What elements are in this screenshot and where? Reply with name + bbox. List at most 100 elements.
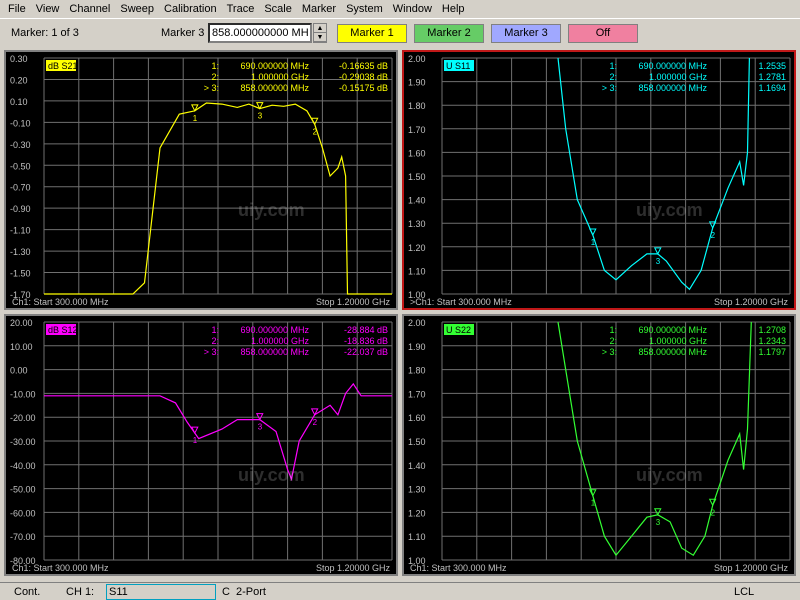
trace-panel-s12[interactable]: 20.00 10.00 0.00 -10.00 -20.00 -30.00 -40.00 -5… — [4, 314, 398, 576]
marker-frequency: 1.000000 GHz — [251, 336, 310, 346]
y-tick-label: 1.40 — [408, 196, 426, 206]
y-tick-label: -30.00 — [10, 437, 36, 447]
marker-frequency: 1.000000 GHz — [251, 72, 310, 82]
y-tick-label: 2.00 — [408, 54, 426, 64]
marker-index: 2: — [211, 72, 219, 82]
marker-frequency-input[interactable]: 858.000000000 MH — [208, 23, 312, 43]
marker-index: 2: — [211, 336, 219, 346]
y-tick-label: 1.60 — [408, 413, 426, 423]
sweep-start: >Ch1: Start 300.000 MHz — [410, 297, 512, 307]
y-tick-label: -10.00 — [10, 389, 36, 399]
y-tick-label: 1.10 — [408, 266, 426, 276]
trace-plot-s11: 2.00 1.90 1.80 1.70 1.60 1.50 1.40 1.30 1.20 1.10… — [404, 52, 794, 308]
y-tick-label: -1.10 — [10, 226, 31, 236]
marker-value: 1.2781 — [758, 72, 786, 82]
statusbar: Cont. CH 1: S11 C 2-Port LCL — [0, 582, 800, 600]
y-tick-label: -40.00 — [10, 461, 36, 471]
marker-number: 3 — [656, 518, 661, 527]
marker-1-button[interactable]: Marker 1 — [337, 24, 407, 43]
marker-value: 1.1797 — [758, 347, 786, 357]
trace-panel-s11[interactable]: 2.00 1.90 1.80 1.70 1.60 1.50 1.40 1.30 1.20 1.10… — [402, 50, 796, 310]
marker-frequency: 1.000000 GHz — [649, 336, 708, 346]
marker-spinner[interactable]: ▲ ▼ — [313, 23, 327, 43]
marker-number: 2 — [313, 418, 318, 427]
marker-number: 1 — [591, 499, 596, 508]
marker-value: -0.29038 dB — [339, 72, 388, 82]
menu-sweep[interactable]: Sweep — [115, 0, 159, 18]
marker-number: 1 — [193, 436, 198, 445]
marker-number: 3 — [656, 257, 661, 266]
display-area: 0.30 0.20 0.10 -0.10 -0.30 -0.50 -0.70 -0.90 -1.… — [0, 48, 800, 580]
marker-off-button[interactable]: Off — [568, 24, 638, 43]
marker-3-button[interactable]: Marker 3 — [491, 24, 561, 43]
sweep-start: Ch1: Start 300.000 MHz — [410, 563, 507, 573]
marker-value: -28.884 dB — [344, 325, 388, 335]
menu-marker[interactable]: Marker — [297, 0, 341, 18]
marker-index: > 3: — [602, 347, 617, 357]
marker-frequency: 858.000000 MHz — [638, 83, 707, 93]
y-tick-label: 2.00 — [408, 318, 426, 328]
marker-index: 1: — [211, 325, 219, 335]
menu-scale[interactable]: Scale — [259, 0, 297, 18]
active-parameter[interactable]: S11 — [106, 584, 216, 600]
watermark: uiy.com — [238, 200, 305, 220]
sweep-start: Ch1: Start 300.000 MHz — [12, 297, 109, 307]
trace-panel-s22[interactable]: 2.00 1.90 1.80 1.70 1.60 1.50 1.40 1.30 1.20 1.10… — [402, 314, 796, 576]
y-tick-label: -1.50 — [10, 269, 31, 279]
y-tick-label: -70.00 — [10, 532, 36, 542]
marker-frequency: 690.000000 MHz — [638, 61, 707, 71]
cal-status: C — [222, 586, 230, 598]
marker-number: 2 — [711, 231, 716, 240]
watermark: uiy.com — [636, 200, 703, 220]
y-tick-label: 1.50 — [408, 437, 426, 447]
marker-number: 3 — [258, 112, 263, 121]
sweep-start: Ch1: Start 300.000 MHz — [12, 563, 109, 573]
spin-down-icon[interactable]: ▼ — [314, 33, 326, 42]
y-tick-label: -0.50 — [10, 161, 31, 171]
trace-plot-s21: 0.30 0.20 0.10 -0.10 -0.30 -0.50 -0.70 -0.90 -1.… — [6, 52, 396, 308]
port-mode: 2-Port — [236, 586, 266, 598]
menu-help[interactable]: Help — [437, 0, 470, 18]
y-tick-label: 1.30 — [408, 485, 426, 495]
marker-frequency: 690.000000 MHz — [240, 325, 309, 335]
watermark: uiy.com — [636, 465, 703, 485]
trace-panel-s21[interactable]: 0.30 0.20 0.10 -0.10 -0.30 -0.50 -0.70 -0.90 -1.… — [4, 50, 398, 310]
toolbar: Marker: 1 of 3 Marker 3 858.000000000 MH… — [0, 18, 800, 48]
menu-file[interactable]: File — [3, 0, 31, 18]
y-tick-label: -60.00 — [10, 508, 36, 518]
menu-window[interactable]: Window — [388, 0, 437, 18]
menu-calibration[interactable]: Calibration — [159, 0, 222, 18]
trace-title: U S22 — [446, 325, 471, 335]
menu-system[interactable]: System — [341, 0, 388, 18]
marker-2-button[interactable]: Marker 2 — [414, 24, 484, 43]
y-tick-label: 1.60 — [408, 148, 426, 158]
sweep-stop: Stop 1.20000 GHz — [714, 563, 789, 573]
marker-index: > 3: — [204, 347, 219, 357]
marker-value: -18.836 dB — [344, 336, 388, 346]
marker-value: 1.2343 — [758, 336, 786, 346]
y-tick-label: -1.30 — [10, 247, 31, 257]
trace-plot-s12: 20.00 10.00 0.00 -10.00 -20.00 -30.00 -40.00 -5… — [6, 316, 396, 574]
y-tick-label: 1.70 — [408, 389, 426, 399]
marker-number: 1 — [591, 238, 596, 247]
marker-value: 1.2535 — [758, 61, 786, 71]
marker-index: > 3: — [204, 83, 219, 93]
y-tick-label: 20.00 — [10, 318, 33, 328]
marker-frequency: 690.000000 MHz — [240, 61, 309, 71]
marker-value: 1.2708 — [758, 325, 786, 335]
y-tick-label: 0.30 — [10, 54, 28, 64]
marker-frequency: 858.000000 MHz — [638, 347, 707, 357]
marker-number: 3 — [258, 423, 263, 432]
y-tick-label: -20.00 — [10, 413, 36, 423]
marker-index: 1: — [609, 325, 617, 335]
menu-channel[interactable]: Channel — [64, 0, 115, 18]
marker-value: 1.1694 — [758, 83, 786, 93]
watermark: uiy.com — [238, 465, 305, 485]
spin-up-icon[interactable]: ▲ — [314, 24, 326, 33]
y-tick-label: 1.10 — [408, 532, 426, 542]
y-tick-label: 1.80 — [408, 101, 426, 111]
marker-index: 2: — [609, 336, 617, 346]
menu-trace[interactable]: Trace — [222, 0, 260, 18]
trace-title: dB S21 — [48, 61, 78, 71]
menu-view[interactable]: View — [31, 0, 65, 18]
